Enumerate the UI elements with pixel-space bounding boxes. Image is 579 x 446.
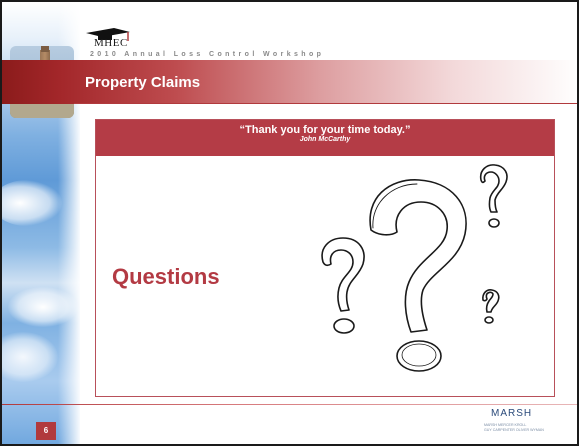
marsh-subtext: MARSH MERCER KROLL GUY CARPENTER OLIVER … [484,423,576,433]
clock-tower-top [41,46,49,52]
title-band-underline [74,103,577,104]
quote-author: John McCarthy [299,136,351,143]
workshop-title: 2010 Annual Loss Control Workshop [90,51,325,58]
small-question-mark [479,164,508,213]
question-marks-graphic [321,164,508,372]
campus-walkway [10,104,74,118]
questions-heading: Questions [112,264,220,289]
cloud [2,180,62,226]
content-box: “Thank you for your time today.” John Mc… [95,119,555,397]
tiny-question-dot [484,316,494,324]
big-question-dot [396,340,442,372]
marsh-logo: MARSH [491,408,533,419]
small-question-dot [488,218,500,228]
logo-text: MHEC [94,37,128,49]
tiny-question-mark [482,289,500,313]
footer-divider [2,404,577,405]
big-question-mark [369,179,467,333]
cloud [2,332,58,382]
quote-text: “Thank you for your time today.” [239,124,411,136]
slide: MHEC 2010 Annual Loss Control Workshop P… [0,0,579,446]
marsh-subtext-line2: GUY CARPENTER OLIVER WYMAN [484,428,544,432]
page-number: 6 [36,422,56,440]
quote-bar: “Thank you for your time today.” John Mc… [96,120,554,156]
medium-question-mark [321,237,365,312]
medium-question-dot [333,318,355,334]
slide-title: Property Claims [85,74,201,91]
marsh-subtext-line1: MARSH MERCER KROLL [484,423,527,427]
